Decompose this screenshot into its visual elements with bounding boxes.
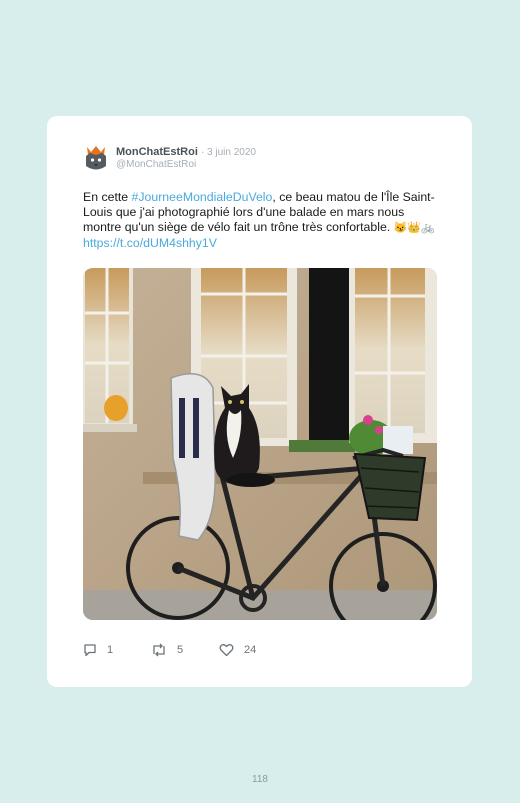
reply-bubble-icon: [84, 644, 96, 657]
avatar[interactable]: [83, 144, 109, 172]
like-count: 24: [244, 644, 257, 656]
tweet-date[interactable]: · 3 juin 2020: [201, 147, 256, 158]
hashtag-link[interactable]: #JourneeMondialeDuVelo: [132, 190, 273, 204]
heart-icon: [219, 644, 234, 657]
tweet-actions: 1 5 24: [83, 643, 443, 659]
crowned-cat-logo-icon: [86, 146, 106, 170]
reply-action[interactable]: 1: [83, 643, 113, 657]
like-action[interactable]: 24: [219, 643, 256, 657]
tweet-card: MonChatEstRoi · 3 juin 2020 @MonChatEstR…: [47, 116, 472, 687]
tweet-text-intro: En cette: [83, 190, 132, 204]
retweet-icon: [153, 643, 165, 657]
reply-count: 1: [107, 644, 114, 656]
page-number: 118: [252, 774, 268, 785]
cat-on-bicycle-photo: [83, 268, 437, 620]
author-handle[interactable]: @MonChatEstRoi: [116, 159, 196, 170]
tweet-text: En cette #JourneeMondialeDuVelo, ce beau…: [83, 190, 443, 251]
author-name[interactable]: MonChatEstRoi: [116, 146, 198, 158]
tweet-url-link[interactable]: https://t.co/dUM4shhy1V: [83, 236, 217, 250]
author-line: MonChatEstRoi · 3 juin 2020: [116, 146, 256, 158]
retweet-action[interactable]: 5: [151, 643, 183, 657]
emoji-cat-crown-bike: 😼👑🚲: [393, 222, 435, 234]
tweet-photo[interactable]: [83, 268, 437, 620]
retweet-count: 5: [177, 644, 184, 656]
